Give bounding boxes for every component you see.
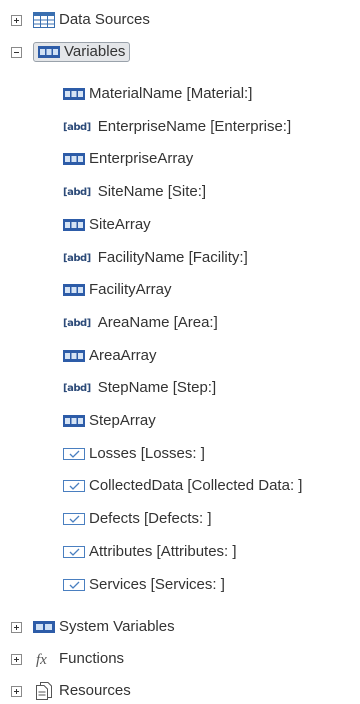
text-variable-icon: [abd]	[63, 186, 91, 198]
variable-item-label: SiteName [Site:]	[97, 183, 207, 200]
variable-item[interactable]: SiteArray	[63, 213, 151, 237]
tree-node-label: Variables	[64, 43, 126, 60]
svg-text:fx: fx	[36, 652, 47, 667]
table-icon	[33, 12, 55, 28]
checkbox-variable-icon	[63, 579, 85, 591]
variable-item[interactable]: CollectedData [Collected Data: ]	[63, 474, 302, 498]
variable-item-label: AreaArray	[89, 347, 157, 364]
tree-node-label: Functions	[59, 650, 125, 667]
variable-item-label: FacilityArray	[89, 281, 172, 298]
tree-node-label: Resources	[59, 682, 131, 699]
expand-icon[interactable]	[11, 653, 22, 665]
text-variable-icon: [abd]	[63, 121, 91, 133]
variable-item-label: FacilityName [Facility:]	[97, 249, 248, 266]
tree-node-label: Data Sources	[59, 11, 150, 28]
text-variable-icon: [abd]	[63, 317, 91, 329]
text-variable-icon: [abd]	[63, 252, 91, 264]
text-variable-icon: [abd]	[63, 382, 91, 394]
variable-item[interactable]: Attributes [Attributes: ]	[63, 540, 237, 564]
checkbox-variable-icon	[63, 480, 85, 492]
variable-item[interactable]: [abd] FacilityName [Facility:]	[63, 246, 248, 270]
expand-icon[interactable]	[11, 621, 22, 633]
variable-item[interactable]: [abd] SiteName [Site:]	[63, 180, 206, 204]
checkbox-variable-icon	[63, 513, 85, 525]
tree-node-system-variables[interactable]: System Variables	[11, 615, 175, 639]
variable-item-label: StepName [Step:]	[97, 379, 217, 396]
selected-node-box[interactable]: Variables	[33, 42, 131, 62]
system-variables-icon	[33, 621, 55, 633]
variable-item-label: EnterpriseArray	[89, 150, 194, 167]
variable-item[interactable]: [abd] AreaName [Area:]	[63, 311, 218, 335]
variable-item-label: CollectedData [Collected Data: ]	[89, 477, 303, 494]
variable-item-label: StepArray	[89, 412, 156, 429]
variable-item[interactable]: [abd] StepName [Step:]	[63, 376, 216, 400]
variable-item-label: Defects [Defects: ]	[89, 510, 212, 527]
variable-item-label: EnterpriseName [Enterprise:]	[97, 118, 292, 135]
variable-item-label: Services [Services: ]	[89, 576, 225, 593]
grid-variable-icon	[63, 153, 85, 165]
variable-item-label: AreaName [Area:]	[97, 314, 218, 331]
expand-icon[interactable]	[11, 14, 22, 26]
variable-item-label: MaterialName [Material:]	[89, 85, 253, 102]
variable-item[interactable]: Services [Services: ]	[63, 573, 225, 597]
grid-variable-icon	[63, 415, 85, 427]
variable-item[interactable]: Defects [Defects: ]	[63, 507, 212, 531]
variable-item[interactable]: [abd] EnterpriseName [Enterprise:]	[63, 115, 291, 139]
variable-item[interactable]: EnterpriseArray	[63, 147, 193, 171]
grid-variable-icon	[63, 219, 85, 231]
grid-variable-icon	[63, 284, 85, 296]
checkbox-variable-icon	[63, 546, 85, 558]
variable-item-label: SiteArray	[89, 216, 151, 233]
expand-icon[interactable]	[11, 685, 22, 697]
variable-item-label: Losses [Losses: ]	[89, 445, 205, 462]
checkbox-variable-icon	[63, 448, 85, 460]
variable-item-label: Attributes [Attributes: ]	[89, 543, 237, 560]
variables-icon	[38, 46, 60, 58]
tree-node-data-sources[interactable]: Data Sources	[11, 8, 150, 32]
grid-variable-icon	[63, 350, 85, 362]
variable-item[interactable]: StepArray	[63, 409, 156, 433]
variable-item[interactable]: Losses [Losses: ]	[63, 442, 205, 466]
tree-node-variables[interactable]: Variables	[11, 40, 131, 64]
collapse-icon[interactable]	[11, 46, 22, 58]
document-icon	[33, 682, 55, 700]
tree-node-functions[interactable]: fx Functions	[11, 647, 124, 671]
tree-node-label: System Variables	[59, 618, 175, 635]
tree-node-resources[interactable]: Resources	[11, 679, 131, 703]
grid-variable-icon	[63, 88, 85, 100]
function-icon: fx	[33, 651, 55, 667]
variable-item[interactable]: FacilityArray	[63, 278, 172, 302]
variable-item[interactable]: AreaArray	[63, 344, 157, 368]
variable-item[interactable]: MaterialName [Material:]	[63, 82, 252, 106]
